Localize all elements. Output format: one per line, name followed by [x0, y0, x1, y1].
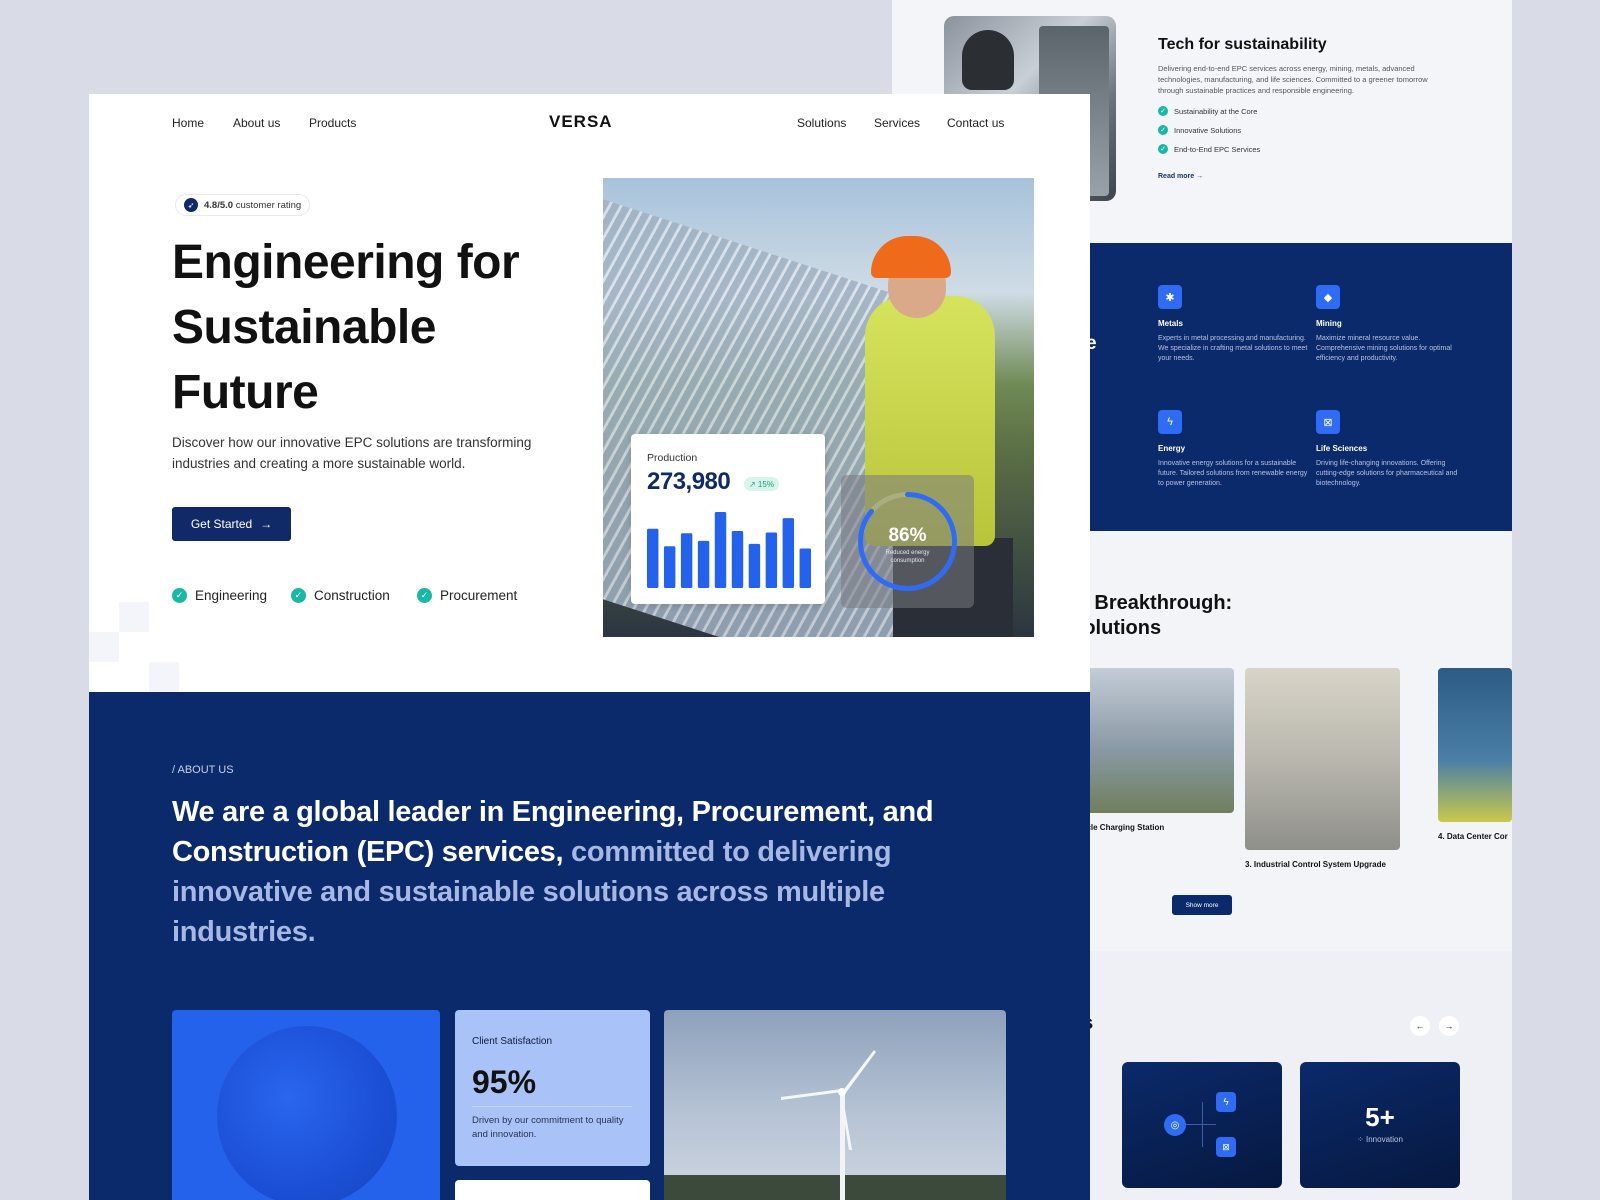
integration-card: ◎ ϟ ⊠ [1122, 1062, 1282, 1188]
card-partial [455, 1180, 650, 1200]
globe-icon [217, 1026, 397, 1200]
tech-check-item: ✓ Innovative Solutions [1158, 125, 1241, 135]
energy-percent: 86% [888, 525, 927, 546]
tag-construction: ✓ Construction [291, 588, 390, 603]
about-statement: We are a global leader in Engineering, P… [172, 796, 934, 948]
production-bar [731, 531, 744, 588]
satisfaction-value: 95% [472, 1064, 537, 1100]
nav-products[interactable]: Products [309, 116, 356, 130]
brand-logo[interactable]: VERSA [549, 112, 613, 132]
project-image-control[interactable] [1245, 668, 1400, 850]
satisfaction-card: Client Satisfaction 95% Driven by our co… [455, 1010, 650, 1166]
energy-label: Reduced energy consumption [885, 550, 930, 564]
production-bar [697, 540, 710, 588]
wind-turbine-image [664, 1010, 1006, 1200]
next-arrow-button[interactable]: → [1439, 1016, 1459, 1036]
arrow-right-icon: → [260, 517, 273, 531]
gear-icon: ✱ [1158, 285, 1182, 309]
grid-icon: ⊠ [1316, 410, 1340, 434]
tech-title: Tech for sustainability [1158, 36, 1327, 53]
show-more-button[interactable]: Show more [1172, 895, 1232, 915]
get-started-button[interactable]: Get Started → [172, 507, 291, 541]
nav-services[interactable]: Services [874, 116, 920, 130]
nav-solutions[interactable]: Solutions [797, 116, 846, 130]
arrow-right-icon: → [1196, 173, 1204, 180]
innovation-stat-card: 5+ ⁘ Innovation [1300, 1062, 1460, 1188]
industry-energy[interactable]: ϟ Energy Innovative energy solutions for… [1158, 410, 1308, 489]
production-value: 273,980 [647, 468, 731, 495]
hero-title: Engineering for Sustainable Future [172, 236, 520, 419]
rocket-icon: ➶ [184, 198, 198, 212]
tech-check-item: ✓ Sustainability at the Core [1158, 106, 1257, 116]
check-icon: ✓ [1158, 106, 1168, 116]
sparkle-icon: ⁘ [1357, 1135, 1366, 1144]
check-icon: ✓ [1158, 144, 1168, 154]
read-more-link[interactable]: Read more → [1158, 173, 1203, 180]
production-card: Production 273,980 ↗ 15% [631, 434, 825, 604]
production-bar [799, 548, 811, 588]
nav-home[interactable]: Home [172, 116, 204, 130]
bolt-icon: ϟ [1216, 1092, 1236, 1112]
hero-image-solar-worker: Production 273,980 ↗ 15% 86% Reduced ene… [603, 178, 1034, 637]
industry-life-sciences[interactable]: ⊠ Life Sciences Driving life-changing in… [1316, 410, 1466, 489]
project-image-datacenter[interactable] [1438, 668, 1512, 822]
tech-check-item: ✓ End-to-End EPC Services [1158, 144, 1260, 154]
projects-title: to Breakthrough: Solutions [1070, 592, 1233, 639]
about-tag: / ABOUT US [172, 764, 234, 776]
project-label: 4. Data Center Cor [1438, 832, 1508, 841]
production-bar-chart [647, 512, 811, 588]
project-image-charging[interactable] [1070, 668, 1234, 813]
tag-procurement: ✓ Procurement [417, 588, 517, 603]
grid-icon: ⊠ [1216, 1137, 1236, 1157]
gem-icon: ◆ [1316, 285, 1340, 309]
hero-subtitle: Discover how our innovative EPC solution… [172, 435, 532, 471]
target-icon: ◎ [1164, 1114, 1186, 1136]
main-page: Home About us Products VERSA Solutions S… [89, 94, 1090, 1200]
energy-ring-card: 86% Reduced energy consumption [841, 475, 974, 608]
production-bar [765, 532, 778, 588]
production-bar [748, 543, 761, 588]
hard-hat [871, 236, 951, 278]
about-section: / ABOUT US We are a global leader in Eng… [89, 692, 1090, 1200]
check-icon: ✓ [291, 588, 306, 603]
tag-engineering: ✓ Engineering [172, 588, 267, 603]
rating-badge: ➶ 4.8/5.0 customer rating [175, 194, 311, 216]
production-bar [782, 518, 795, 588]
tech-description: Delivering end-to-end EPC services acros… [1158, 64, 1428, 95]
growth-badge: ↗ 15% [744, 477, 779, 491]
industry-metals[interactable]: ✱ Metals Experts in metal processing and… [1158, 285, 1308, 364]
production-bar [647, 528, 659, 588]
production-bar [680, 533, 693, 588]
check-icon: ✓ [417, 588, 432, 603]
check-icon: ✓ [172, 588, 187, 603]
production-label: Production [647, 452, 698, 464]
project-label: 3. Industrial Control System Upgrade [1245, 860, 1386, 869]
production-bar [663, 546, 676, 588]
check-icon: ✓ [1158, 125, 1168, 135]
globe-card [172, 1010, 440, 1200]
production-bar [714, 512, 727, 588]
prev-arrow-button[interactable]: ← [1410, 1016, 1430, 1036]
nav-about[interactable]: About us [233, 116, 280, 130]
industry-mining[interactable]: ◆ Mining Maximize mineral resource value… [1316, 285, 1466, 364]
bolt-icon: ϟ [1158, 410, 1182, 434]
nav-contact[interactable]: Contact us [947, 116, 1004, 130]
